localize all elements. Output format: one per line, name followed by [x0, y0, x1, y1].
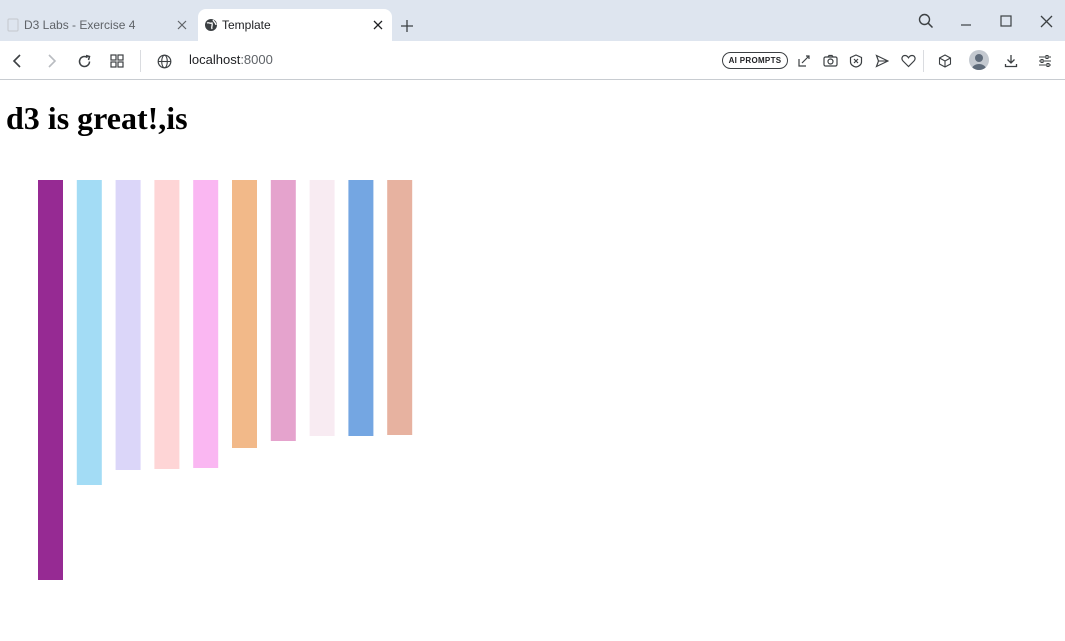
bar-8 [309, 180, 335, 436]
bar-chart [38, 180, 413, 580]
bar-10 [387, 180, 413, 435]
bar-4 [154, 180, 180, 469]
bar-6 [232, 180, 257, 448]
bar-2 [76, 180, 102, 485]
bar-3 [115, 180, 141, 470]
bar-9 [348, 180, 374, 436]
bar-1 [38, 180, 63, 580]
bar-7 [270, 180, 296, 441]
bar-5 [193, 180, 219, 468]
